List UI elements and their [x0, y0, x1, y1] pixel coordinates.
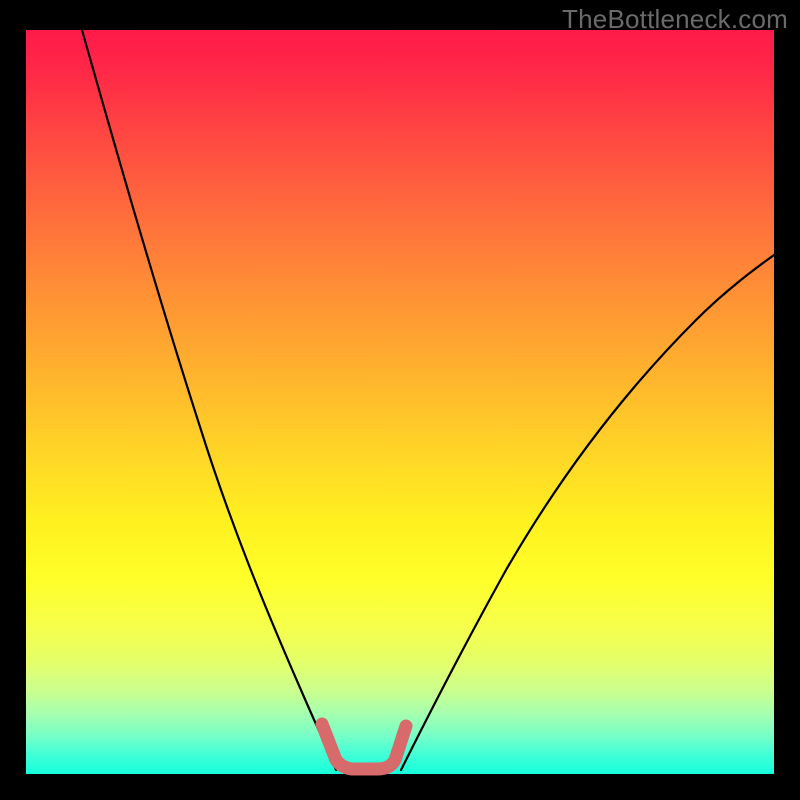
bottleneck-curve	[26, 30, 774, 774]
curve-left-branch	[82, 30, 336, 770]
highlight-valley	[322, 724, 406, 769]
watermark-text: TheBottleneck.com	[562, 4, 788, 35]
chart-frame: TheBottleneck.com	[0, 0, 800, 800]
curve-right-branch	[401, 255, 774, 770]
